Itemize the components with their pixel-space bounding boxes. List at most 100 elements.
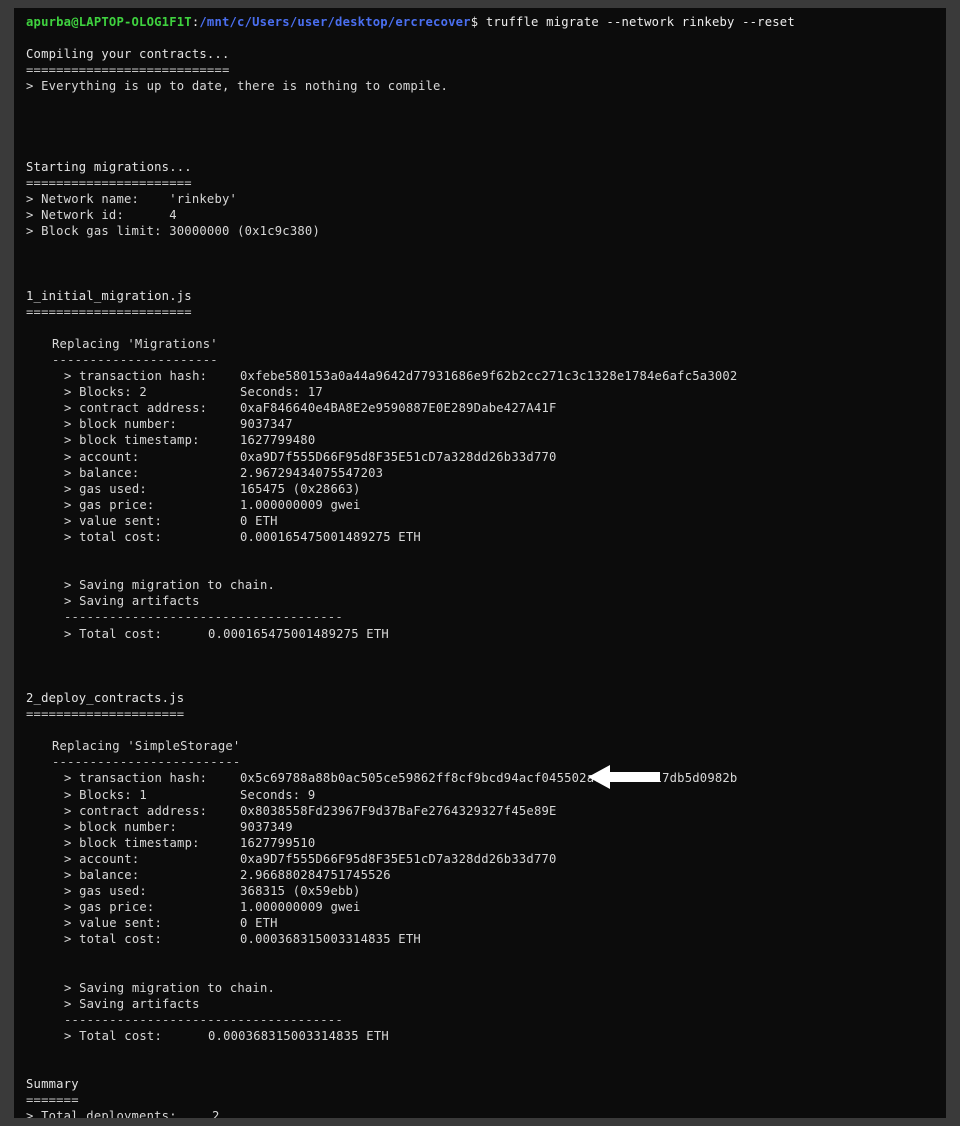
- total-deployments-row: > Total deployments: 2: [26, 1108, 936, 1118]
- detail-label: > balance:: [64, 867, 140, 882]
- network-name-label: > Network name:: [26, 192, 140, 207]
- detail-row: > block timestamp: 1627799510: [26, 835, 936, 851]
- network-name-row: > Network name: 'rinkeby': [26, 191, 936, 207]
- prompt-command: truffle migrate --network rinkeby --rese…: [478, 15, 795, 29]
- contract-address-row: > contract address: 0x8038558Fd23967F9d37…: [26, 803, 936, 819]
- detail-label: > Blocks: 2: [64, 385, 147, 400]
- detail-label: > account:: [64, 449, 140, 464]
- total-deployments-value: 2: [212, 1109, 220, 1118]
- network-id-value: 4: [169, 208, 177, 223]
- detail-row: > account: 0xa9D7f555D66F95d8F35E51cD7a32…: [26, 851, 936, 867]
- detail-row: > gas used: 165475 (0x28663): [26, 481, 936, 497]
- detail-value: 1.000000009 gwei: [240, 900, 361, 915]
- detail-value: 2.966880284751745526: [240, 867, 391, 882]
- terminal-window[interactable]: apurba@LAPTOP-OLOG1F1T:/mnt/c/Users/user…: [14, 8, 946, 1118]
- detail-row: > Blocks: 1 Seconds: 9: [26, 787, 936, 803]
- compiling-message: > Everything is up to date, there is not…: [26, 79, 449, 94]
- detail-label: > transaction hash:: [64, 369, 208, 384]
- detail-label: > total cost:: [64, 932, 162, 947]
- detail-value: 1.000000009 gwei: [240, 497, 361, 512]
- detail-label: > block timestamp:: [64, 433, 200, 448]
- left-arrow-annotation: [586, 763, 662, 791]
- total-cost-rule: -------------------------------------: [64, 610, 343, 625]
- detail-row: > gas price: 1.000000009 gwei: [26, 497, 936, 513]
- detail-value: 0.000368315003314835 ETH: [240, 932, 421, 947]
- migration-file-name: 2_deploy_contracts.js: [26, 690, 185, 705]
- detail-label: > block timestamp:: [64, 835, 200, 850]
- network-name-gap: [139, 192, 169, 206]
- gas-limit-value: 30000000 (0x1c9c380): [169, 224, 320, 239]
- network-id-row: > Network id: 4: [26, 207, 936, 223]
- summary-rule: =======: [26, 1093, 79, 1108]
- detail-value: Seconds: 9: [240, 787, 316, 802]
- network-id-gap: [124, 208, 169, 222]
- detail-value: 0xaF846640e4BA8E2e9590887E0E289Dabe427A4…: [240, 401, 557, 416]
- detail-value: 368315 (0x59ebb): [240, 884, 361, 899]
- detail-value: 0 ETH: [240, 513, 278, 528]
- gas-limit-row: > Block gas limit: 30000000 (0x1c9c380): [26, 223, 936, 239]
- detail-row: > value sent: 0 ETH: [26, 513, 936, 529]
- detail-label: > gas price:: [64, 900, 155, 915]
- left-arrow-icon: [588, 765, 660, 789]
- terminal-output: apurba@LAPTOP-OLOG1F1T:/mnt/c/Users/user…: [14, 14, 946, 1118]
- total-cost-label: > Total cost:: [64, 1028, 162, 1043]
- detail-label: > value sent:: [64, 916, 162, 931]
- migration-action: Replacing 'Migrations': [52, 336, 218, 351]
- detail-label: > gas used:: [64, 481, 147, 496]
- detail-row: > Blocks: 2 Seconds: 17: [26, 384, 936, 400]
- detail-label: > contract address:: [64, 401, 208, 416]
- summary-title: Summary: [26, 1077, 79, 1092]
- migration-file-rule: ======================: [26, 304, 192, 319]
- detail-label: > total cost:: [64, 530, 162, 544]
- detail-value: Seconds: 17: [240, 385, 323, 400]
- detail-label: > gas price:: [64, 497, 155, 512]
- detail-row: > value sent: 0 ETH: [26, 915, 936, 931]
- compiling-title: Compiling your contracts...: [26, 47, 230, 62]
- saving-chain-line: > Saving migration to chain.: [64, 578, 276, 593]
- migrations-rule: ======================: [26, 175, 192, 190]
- migration-action-rule: -------------------------: [52, 755, 241, 770]
- prompt-path: /mnt/c/Users/user/desktop/ercrecover: [199, 15, 471, 29]
- detail-value: 0xfebe580153a0a44a9642d77931686e9f62b2cc…: [240, 369, 738, 384]
- detail-value: 0x5c69788a88b0ac505ce59862ff8cf9bcd94acf…: [240, 771, 738, 786]
- prompt-user: apurba@LAPTOP-OLOG1F1T: [26, 15, 192, 29]
- total-cost-value: 0.000368315003314835 ETH: [208, 1028, 389, 1043]
- detail-value: 165475 (0x28663): [240, 481, 361, 496]
- deployed-contract-address: 0x8038558Fd23967F9d37BaFe2764329327f45e8…: [240, 803, 557, 818]
- compiling-rule: ===========================: [26, 63, 230, 78]
- total-cost-row: > Total cost: 0.000368315003314835 ETH: [26, 1028, 936, 1044]
- detail-row: > account: 0xa9D7f555D66F95d8F35E51cD7a32…: [26, 449, 936, 465]
- prompt-line: apurba@LAPTOP-OLOG1F1T:/mnt/c/Users/user…: [26, 14, 936, 30]
- detail-label: > balance:: [64, 465, 140, 480]
- detail-label: > block number:: [64, 417, 178, 432]
- detail-row: > transaction hash: 0xfebe580153a0a44a964…: [26, 368, 936, 384]
- total-cost-label: > Total cost:: [64, 626, 162, 641]
- detail-value: 9037349: [240, 819, 293, 834]
- migrations-title: Starting migrations...: [26, 159, 192, 174]
- detail-row: > transaction hash: 0x5c69788a88b0ac505ce…: [26, 770, 936, 786]
- migration-action-rule: ----------------------: [52, 352, 218, 367]
- detail-row: > total cost: 0.000368315003314835 ETH: [26, 931, 936, 947]
- detail-row: > gas used: 368315 (0x59ebb): [26, 883, 936, 899]
- detail-row: > block number: 9037349: [26, 819, 936, 835]
- detail-row: > balance: 2.966880284751745526: [26, 867, 936, 883]
- total-deployments-label: > Total deployments:: [26, 1109, 177, 1118]
- detail-label: > transaction hash:: [64, 771, 208, 786]
- detail-row: > contract address: 0xaF846640e4BA8E2e959…: [26, 400, 936, 416]
- network-name-value: 'rinkeby': [169, 192, 238, 207]
- detail-row: > block number: 9037347: [26, 416, 936, 432]
- detail-value: 0xa9D7f555D66F95d8F35E51cD7a328dd26b33d7…: [240, 449, 557, 464]
- detail-value: 0 ETH: [240, 916, 278, 931]
